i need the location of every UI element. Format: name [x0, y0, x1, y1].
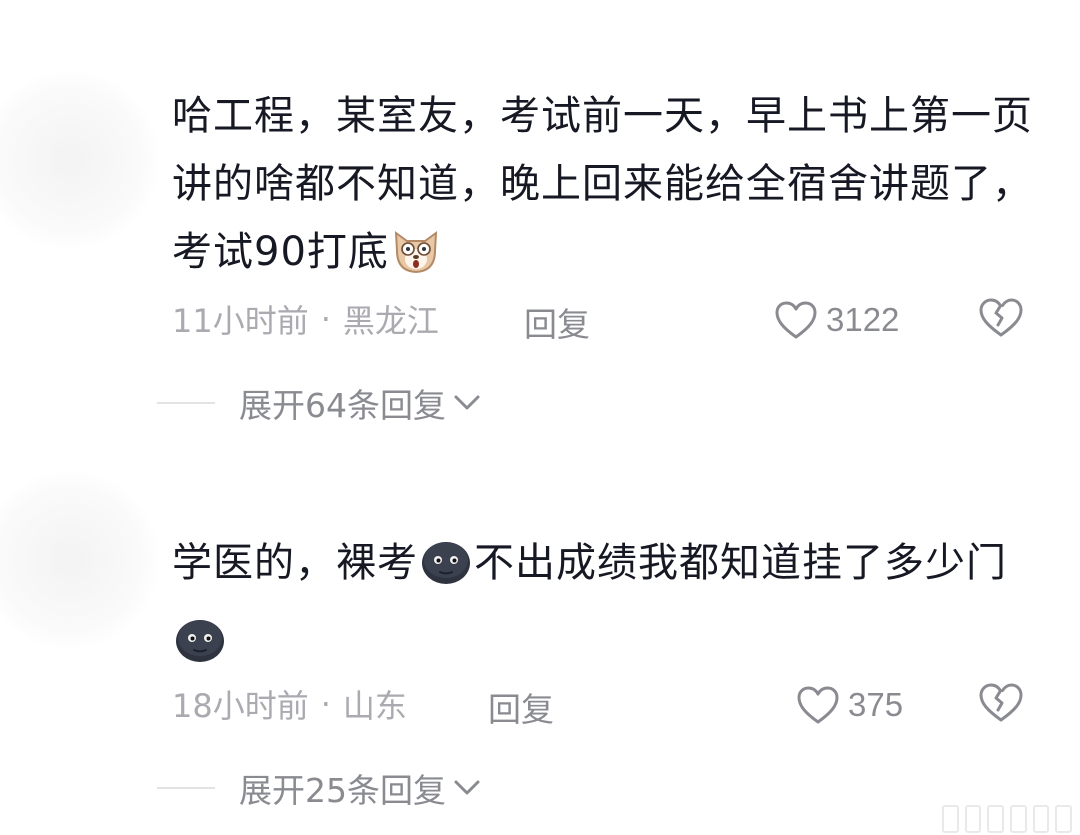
comment-location: 山东 [342, 687, 407, 725]
divider-line [157, 787, 215, 789]
meta-separator: · [320, 300, 331, 338]
comment-time: 18小时前 [172, 687, 309, 725]
meta-separator: · [320, 685, 331, 723]
expand-replies-button[interactable]: 展开64条回复 [157, 378, 482, 428]
comment-body: 哈工程，某室友，考试前一天，早上书上第一页讲的啥都不知道，晚上回来能给全宿舍讲题… [172, 93, 1033, 275]
comment-location: 黑龙江 [342, 302, 439, 340]
comment-text: 学医的，裸考 不出成绩我都知道挂了多少门 [172, 529, 1052, 685]
chevron-down-icon [454, 395, 480, 410]
reply-button[interactable]: 回复 [524, 298, 590, 346]
expand-replies-label: 展开64条回复 [239, 386, 446, 425]
broken-heart-icon[interactable] [978, 682, 1024, 728]
comment-text: 哈工程，某室友，考试前一天，早上书上第一页讲的啥都不知道，晚上回来能给全宿舍讲题… [172, 82, 1052, 296]
new-moon-face-emoji [174, 616, 226, 685]
reply-button[interactable]: 回复 [488, 683, 554, 731]
watermark [942, 805, 1073, 833]
like-count: 375 [848, 686, 904, 723]
shocked-dog-emoji [391, 228, 441, 296]
comment-time: 11小时前 [172, 302, 309, 340]
expand-replies-button[interactable]: 展开25条回复 [157, 763, 482, 813]
comment-body-part2: 不出成绩我都知道挂了多少门 [474, 540, 1007, 586]
heart-outline-icon [797, 686, 839, 724]
chevron-down-icon [454, 780, 480, 795]
like-count: 3122 [826, 301, 900, 338]
broken-heart-icon[interactable] [978, 297, 1024, 343]
expand-replies-label: 展开25条回复 [239, 771, 446, 810]
comment-meta: 18小时前 · 山东 [172, 681, 407, 731]
divider-line [157, 402, 215, 404]
like-button[interactable]: 375 [796, 680, 903, 730]
new-moon-face-emoji [420, 538, 472, 607]
avatar[interactable] [0, 470, 160, 650]
avatar[interactable] [0, 70, 160, 250]
comment-body-part1: 学医的，裸考 [172, 540, 418, 586]
comment-meta: 11小时前 · 黑龙江 [172, 296, 439, 346]
like-button[interactable]: 3122 [774, 295, 899, 345]
heart-outline-icon [775, 301, 817, 339]
